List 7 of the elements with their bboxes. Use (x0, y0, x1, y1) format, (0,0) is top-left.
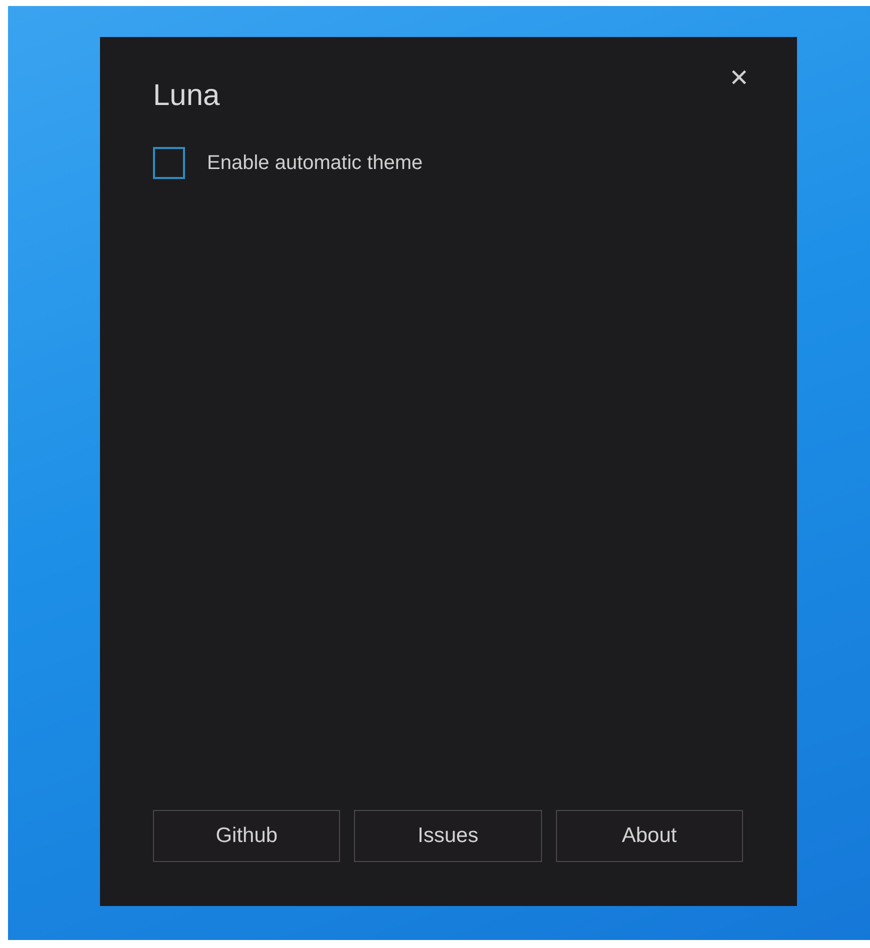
window-title: Luna (153, 79, 220, 113)
dialog-button[interactable]: Issues (354, 810, 542, 862)
checkbox[interactable] (153, 147, 185, 179)
dialog-button[interactable]: About (556, 810, 743, 862)
dialog-button[interactable]: Github (153, 810, 340, 862)
checkbox-label: Enable automatic theme (207, 152, 423, 174)
close-button[interactable]: ✕ (729, 67, 749, 91)
